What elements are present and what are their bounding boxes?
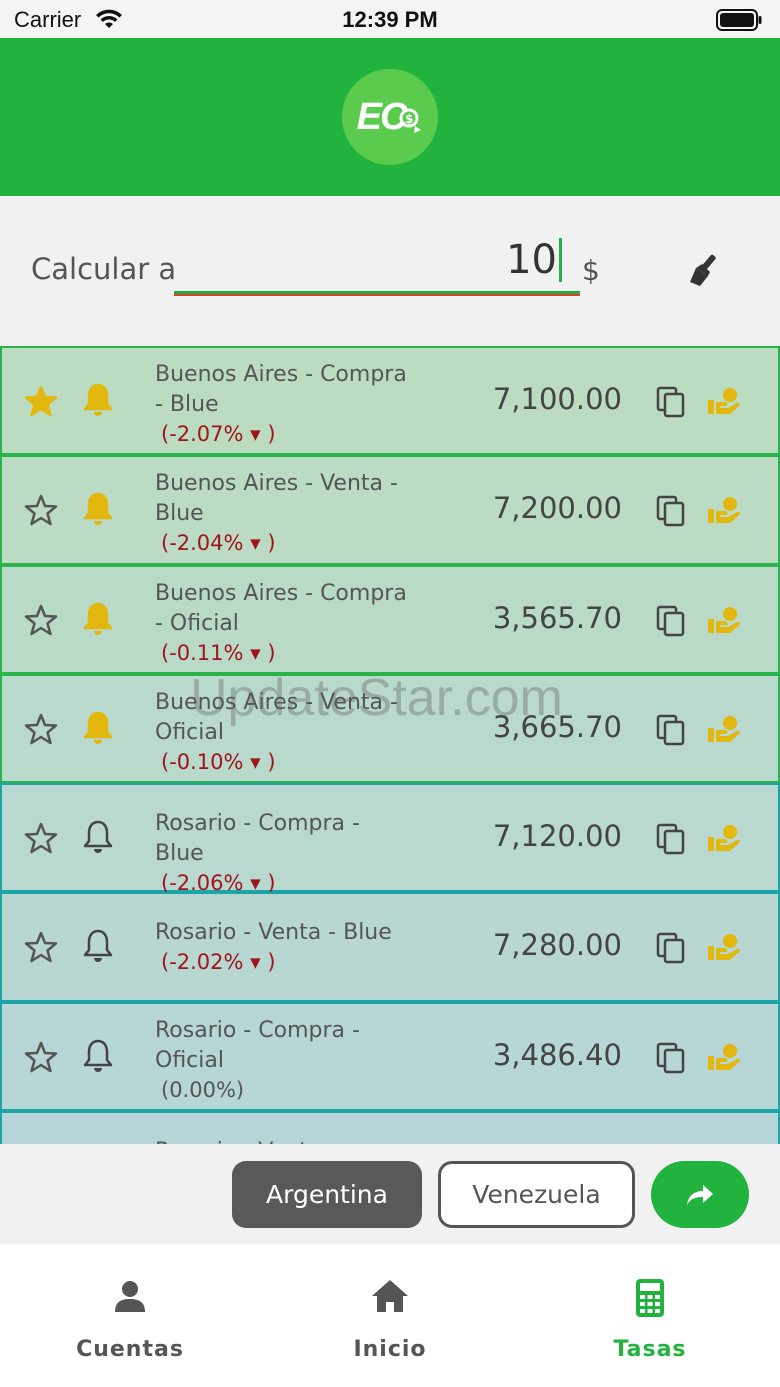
rate-value: 3,565.70 [492, 600, 622, 635]
copy-icon[interactable] [656, 1042, 686, 1078]
star-outline-icon[interactable] [24, 603, 58, 641]
rate-value: 7,280.00 [492, 928, 622, 963]
star-outline-icon[interactable] [24, 712, 58, 750]
share-arrow-icon [687, 1184, 713, 1205]
tab-label: Tasas [613, 1337, 687, 1362]
venezuela-button[interactable]: Venezuela [438, 1161, 635, 1228]
rate-name: Buenos Aires - Venta - Blue (-2.04% ▾ ) [155, 469, 415, 557]
star-outline-icon[interactable] [24, 1040, 58, 1078]
tab-inicio[interactable]: Inicio [260, 1244, 520, 1387]
calculator-icon [520, 1278, 780, 1318]
rate-name-text: Buenos Aires - Venta - Blue [155, 471, 398, 527]
tab-cuentas[interactable]: Cuentas [0, 1244, 260, 1387]
tab-label: Cuentas [76, 1337, 184, 1362]
rate-change: (-2.07% ▾ ) [161, 422, 276, 446]
person-icon [0, 1278, 260, 1314]
hand-coin-icon[interactable] [706, 495, 742, 531]
share-button[interactable] [651, 1161, 749, 1228]
rate-name: Rosario - Compra - Oficial (0.00%) [155, 1016, 415, 1104]
calculate-label: Calcular a [31, 252, 177, 286]
rates-list[interactable]: Buenos Aires - Compra - Blue (-2.07% ▾ ) 7… [0, 346, 780, 1144]
currency-symbol: $ [582, 254, 600, 287]
app-header: EC $ [0, 38, 780, 196]
star-filled-icon[interactable] [24, 384, 58, 422]
hand-coin-icon[interactable] [706, 605, 742, 641]
rate-value: 3,486.40 [492, 1037, 622, 1072]
svg-text:$: $ [405, 112, 413, 126]
copy-icon[interactable] [656, 605, 686, 641]
copy-icon[interactable] [656, 386, 686, 422]
rate-value: 7,100.00 [492, 382, 622, 416]
rate-row[interactable]: Rosario - Venta - [0, 1111, 780, 1144]
rate-change: (-2.04% ▾ ) [161, 531, 276, 556]
bell-outline-icon[interactable] [82, 1038, 114, 1078]
rate-name: Buenos Aires - Compra - Blue (-2.07% ▾ ) [155, 360, 415, 448]
country-bar: Argentina Venezuela [0, 1146, 780, 1244]
rate-change: (-2.02% ▾ ) [161, 950, 276, 975]
amount-input[interactable]: 10 [174, 232, 580, 294]
copy-icon[interactable] [656, 823, 686, 859]
argentina-button[interactable]: Argentina [232, 1161, 422, 1228]
rate-row[interactable]: Rosario - Compra - Blue (-2.06% ▾ ) 7,120.… [0, 783, 780, 895]
rate-change: (0.00%) [161, 1077, 245, 1102]
rate-value: 7,120.00 [492, 819, 622, 854]
bell-filled-icon[interactable] [82, 710, 114, 750]
carrier-label: Carrier [14, 7, 82, 32]
star-outline-icon[interactable] [24, 493, 58, 531]
clear-broom-icon[interactable] [686, 252, 722, 292]
rate-name: Rosario - Venta - [155, 1137, 415, 1144]
dollar-refresh-icon: $ [399, 108, 422, 133]
star-outline-icon[interactable] [24, 930, 58, 968]
rate-name: Buenos Aires - Compra - Oficial (-0.11% ▾… [155, 579, 415, 667]
hand-coin-icon[interactable] [706, 1042, 742, 1078]
bell-outline-icon[interactable] [82, 819, 114, 859]
bell-outline-icon[interactable] [82, 928, 114, 968]
battery-icon [716, 9, 762, 35]
rate-row[interactable]: Buenos Aires - Venta - Blue (-2.04% ▾ ) 7,… [0, 455, 780, 565]
amount-value: 10 [506, 238, 562, 282]
rate-row[interactable]: Rosario - Venta - Blue (-2.02% ▾ ) 7,280.0… [0, 892, 780, 1002]
hand-coin-icon[interactable] [706, 932, 742, 968]
rate-row[interactable]: Buenos Aires - Compra - Oficial (-0.11% ▾… [0, 564, 780, 674]
rate-name: Rosario - Compra - Blue (-2.06% ▾ ) [155, 809, 415, 897]
calculator-section: Calcular a 10 $ [0, 196, 780, 346]
home-icon [260, 1278, 520, 1314]
rate-name-text: Rosario - Compra - Oficial [155, 1017, 360, 1073]
logo-text: EC [356, 95, 408, 138]
copy-icon[interactable] [656, 932, 686, 968]
star-outline-icon[interactable] [24, 821, 58, 859]
tab-tasas[interactable]: Tasas [520, 1244, 780, 1387]
tab-label: Inicio [353, 1337, 427, 1362]
rate-value: 7,200.00 [492, 491, 622, 526]
rate-name-text: Rosario - Compra - Blue [155, 811, 360, 867]
hand-coin-icon[interactable] [706, 386, 742, 422]
rate-row[interactable]: Rosario - Compra - Oficial (0.00%) 3,486.4… [0, 1001, 780, 1112]
wifi-icon [94, 8, 124, 34]
hand-coin-icon[interactable] [706, 823, 742, 859]
hand-coin-icon[interactable] [706, 714, 742, 750]
rate-name-text: Buenos Aires - Compra - Blue [155, 362, 407, 417]
rate-name-text: Buenos Aires - Compra - Oficial [155, 580, 407, 636]
rate-name-text: Rosario - Venta - Blue [155, 920, 392, 946]
rate-name-text: Buenos Aires - Venta - Oficial [155, 689, 398, 745]
rate-row[interactable]: Buenos Aires - Compra - Blue (-2.07% ▾ ) 7… [0, 346, 780, 456]
bell-filled-icon[interactable] [82, 601, 114, 641]
rate-change: (-0.11% ▾ ) [161, 640, 276, 665]
rate-value: 3,665.70 [492, 709, 622, 744]
rate-name-text: Rosario - Venta - [155, 1139, 336, 1144]
copy-icon[interactable] [656, 495, 686, 531]
rate-change: (-0.10% ▾ ) [161, 749, 276, 774]
bell-filled-icon[interactable] [82, 382, 114, 422]
status-bar: Carrier 12:39 PM [0, 0, 780, 38]
rate-name: Buenos Aires - Venta - Oficial (-0.10% ▾ … [155, 688, 415, 776]
tab-bar: Cuentas Inicio Tasas [0, 1244, 780, 1387]
app-logo: EC $ [342, 69, 438, 165]
copy-icon[interactable] [656, 714, 686, 750]
rate-name: Rosario - Venta - Blue (-2.02% ▾ ) [155, 918, 415, 976]
bell-filled-icon[interactable] [82, 491, 114, 531]
rate-row[interactable]: Buenos Aires - Venta - Oficial (-0.10% ▾ … [0, 673, 780, 784]
